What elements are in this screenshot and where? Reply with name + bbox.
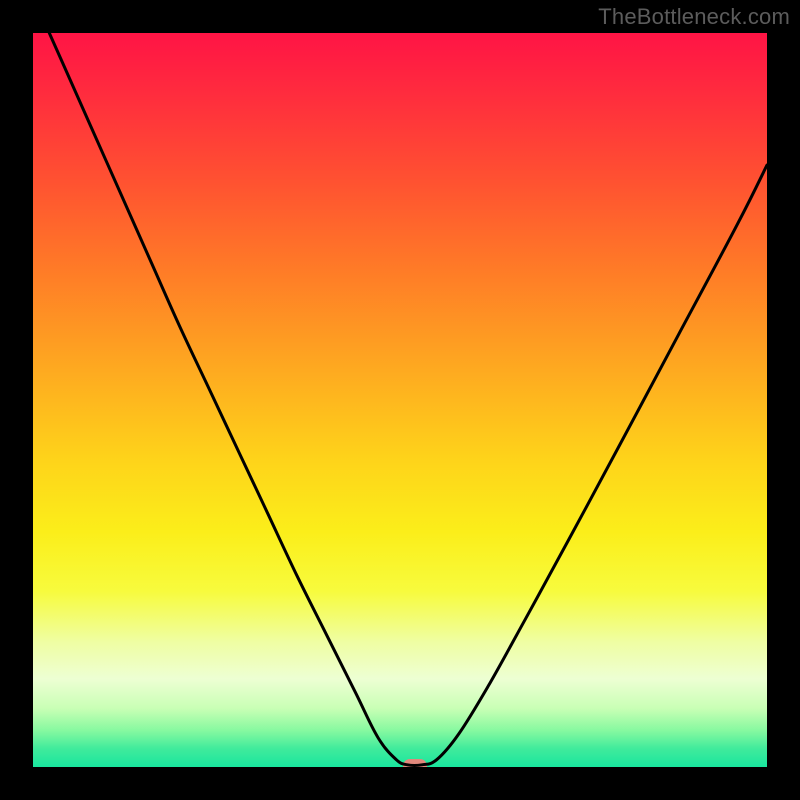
- bottleneck-curve: [33, 33, 767, 767]
- chart-frame: TheBottleneck.com: [0, 0, 800, 800]
- watermark-text: TheBottleneck.com: [598, 4, 790, 30]
- plot-area: [33, 33, 767, 767]
- curve-path: [33, 33, 767, 765]
